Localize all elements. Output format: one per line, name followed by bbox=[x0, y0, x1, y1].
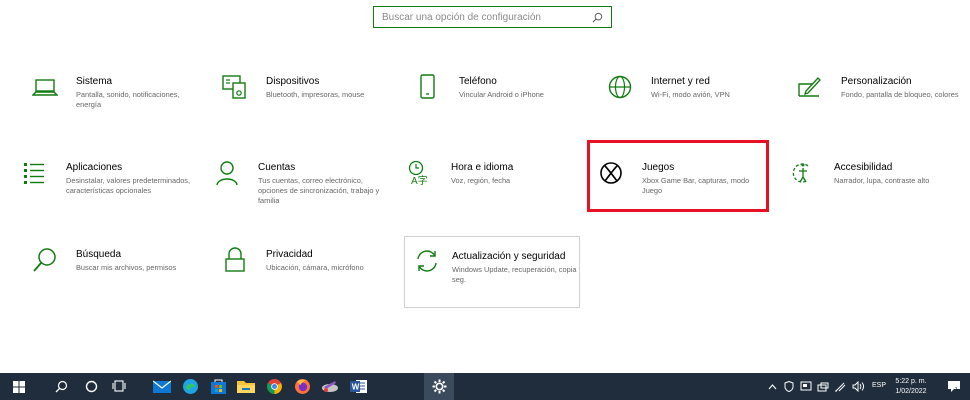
tile-title: Accesibilidad bbox=[834, 162, 893, 173]
search-icon bbox=[32, 247, 58, 273]
tile-title: Cuentas bbox=[258, 162, 296, 173]
tile-description: Ubicación, cámara, micrófono bbox=[266, 263, 364, 272]
network-icon[interactable] bbox=[816, 373, 830, 400]
tile-description: Voz, región, fecha bbox=[451, 176, 511, 185]
tile-description: Buscar mis archivos, permisos bbox=[76, 263, 177, 272]
paint-icon bbox=[797, 74, 823, 100]
tile-description: Narrador, lupa, contraste alto bbox=[834, 176, 930, 185]
tile-description: Tus cuentas, correo electrónico, opcione… bbox=[258, 176, 380, 205]
notifications-icon[interactable]: 1 bbox=[944, 373, 964, 400]
mail-app-icon[interactable] bbox=[150, 373, 174, 400]
tile-busqueda[interactable]: Búsqueda Buscar mis archivos, permisos bbox=[32, 247, 202, 317]
tile-aplicaciones[interactable]: Aplicaciones Desinstalar, valores predet… bbox=[22, 160, 192, 230]
tile-cuentas[interactable]: Cuentas Tus cuentas, correo electrónico,… bbox=[214, 160, 384, 230]
word-app-icon[interactable]: W bbox=[346, 373, 370, 400]
tile-title: Búsqueda bbox=[76, 249, 122, 260]
clock[interactable]: 5:22 p. m. 1/02/2022 bbox=[890, 377, 932, 397]
search-box[interactable]: Buscar una opción de configuración bbox=[373, 6, 612, 28]
tile-title: Teléfono bbox=[459, 76, 497, 87]
tile-title: Hora e idioma bbox=[451, 162, 514, 173]
clock-time: 5:22 p. m. bbox=[895, 378, 927, 385]
laptop-icon bbox=[32, 74, 58, 100]
globe-icon bbox=[607, 74, 633, 100]
snipping-tool-icon[interactable] bbox=[318, 373, 342, 400]
search-input[interactable]: Buscar una opción de configuración bbox=[382, 12, 592, 23]
person-icon bbox=[214, 160, 240, 186]
accessibility-icon bbox=[790, 160, 816, 186]
tile-dispositivos[interactable]: Dispositivos Bluetooth, impresoras, mous… bbox=[222, 74, 392, 144]
cortana-button[interactable] bbox=[80, 373, 102, 400]
apps-list-icon bbox=[22, 160, 48, 186]
tile-hora-idioma[interactable]: A字 Hora e idioma Voz, región, fecha bbox=[407, 160, 577, 230]
tile-accesibilidad[interactable]: Accesibilidad Narrador, lupa, contraste … bbox=[790, 160, 960, 230]
tile-telefono[interactable]: Teléfono Vincular Android o iPhone bbox=[415, 74, 585, 144]
sync-icon bbox=[414, 248, 440, 274]
tile-title: Actualización y seguridad bbox=[452, 251, 566, 262]
keyboard-icon bbox=[222, 74, 248, 100]
shield-icon[interactable] bbox=[782, 373, 796, 400]
tile-title: Privacidad bbox=[266, 249, 313, 260]
tile-title: Personalización bbox=[841, 76, 912, 87]
search-icon bbox=[592, 12, 603, 22]
tile-description: Bluetooth, impresoras, mouse bbox=[266, 90, 365, 99]
store-app-icon[interactable] bbox=[206, 373, 230, 400]
tile-description: Windows Update, recuperación, copia seg. bbox=[452, 265, 577, 284]
tile-description: Fondo, pantalla de bloqueo, colores bbox=[841, 90, 959, 99]
highlight-box bbox=[587, 140, 769, 212]
settings-app-icon[interactable] bbox=[424, 373, 454, 400]
tile-actualizacion-seguridad[interactable]: Actualización y seguridad Windows Update… bbox=[404, 236, 580, 308]
pen-icon[interactable] bbox=[833, 373, 847, 400]
tile-sistema[interactable]: Sistema Pantalla, sonido, notificaciones… bbox=[32, 74, 202, 144]
tile-description: Wi-Fi, modo avión, VPN bbox=[651, 90, 730, 99]
tile-privacidad[interactable]: Privacidad Ubicación, cámara, micrófono bbox=[222, 247, 392, 317]
phone-icon bbox=[415, 74, 441, 100]
time-language-icon: A字 bbox=[407, 160, 433, 186]
tile-title: Aplicaciones bbox=[66, 162, 123, 173]
tile-title: Internet y red bbox=[651, 76, 710, 87]
tile-internet[interactable]: Internet y red Wi-Fi, modo avión, VPN bbox=[607, 74, 777, 144]
chevron-up-icon[interactable] bbox=[765, 373, 779, 400]
firefox-browser-icon[interactable] bbox=[290, 373, 314, 400]
file-explorer-icon[interactable] bbox=[234, 373, 258, 400]
tile-description: Pantalla, sonido, notificaciones, energí… bbox=[76, 90, 180, 109]
chrome-browser-icon[interactable] bbox=[262, 373, 286, 400]
lock-icon bbox=[222, 247, 248, 273]
svg-text:W: W bbox=[351, 383, 359, 392]
clock-date: 1/02/2022 bbox=[895, 388, 927, 395]
language-indicator[interactable]: ESP bbox=[872, 382, 886, 389]
taskbar: W ESP 5:22 p. m. 1/02/2022 1 bbox=[0, 373, 970, 400]
taskbar-search-button[interactable] bbox=[50, 373, 72, 400]
tile-description: Desinstalar, valores predeterminados, ca… bbox=[66, 176, 191, 195]
task-view-button[interactable] bbox=[108, 373, 130, 400]
tile-personalizacion[interactable]: Personalización Fondo, pantalla de bloqu… bbox=[797, 74, 967, 144]
volume-icon[interactable] bbox=[850, 373, 866, 400]
app-tray-icon[interactable] bbox=[799, 373, 813, 400]
start-button[interactable] bbox=[8, 373, 30, 400]
svg-text:A字: A字 bbox=[411, 174, 428, 186]
edge-browser-icon[interactable] bbox=[178, 373, 202, 400]
tile-title: Sistema bbox=[76, 76, 113, 87]
tile-description: Vincular Android o iPhone bbox=[459, 90, 544, 99]
tile-title: Dispositivos bbox=[266, 76, 320, 87]
